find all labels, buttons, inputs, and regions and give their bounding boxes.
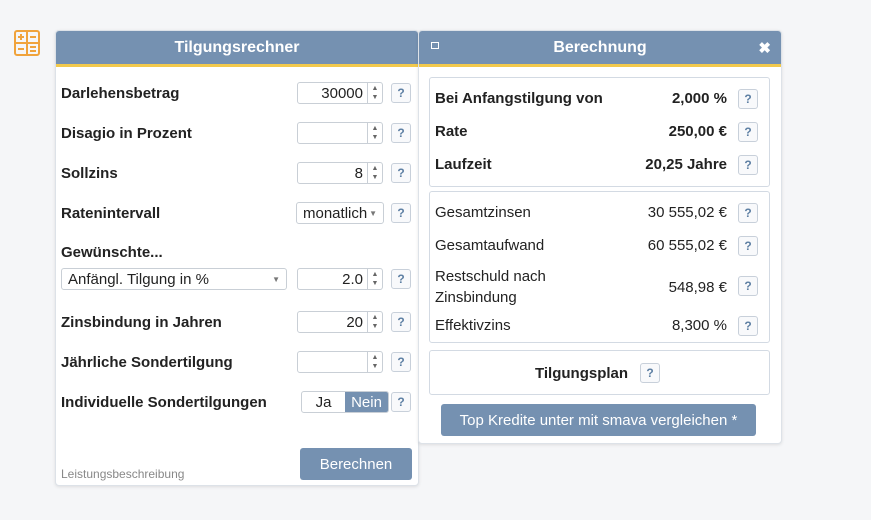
- detail-value: 548,98 €: [668, 278, 727, 296]
- row-ratenintervall: Ratenintervall monatlich ▼ ?: [61, 201, 413, 225]
- berechnen-button[interactable]: Berechnen: [300, 448, 412, 480]
- darlehensbetrag-input[interactable]: 30000 ▲ ▼: [297, 82, 383, 104]
- input-value: 30000: [321, 84, 363, 102]
- spinner-arrows[interactable]: ▲ ▼: [367, 312, 382, 332]
- input-value: 2.0: [342, 270, 363, 288]
- detail-row: Restschuld nach Zinsbindung 548,98 €: [435, 266, 727, 308]
- spinner-arrows[interactable]: ▲ ▼: [367, 123, 382, 143]
- field-label: Sollzins: [61, 164, 118, 182]
- row-sondertilgung: Jährliche Sondertilgung ▲ ▼ ?: [61, 350, 413, 374]
- detail-label-2: Zinsbindung: [435, 289, 517, 306]
- summary-value: 20,25 Jahre: [645, 156, 727, 173]
- detail-value: 30 555,02 €: [647, 204, 727, 221]
- calculator-panel: Tilgungsrechner Darlehensbetrag 30000 ▲ ▼…: [55, 30, 419, 486]
- toggle-ja[interactable]: Ja: [302, 392, 345, 412]
- result-panel: Berechnung ✖ Bei Anfangstilgung von 2,00…: [418, 30, 782, 444]
- spinner-arrows[interactable]: ▲ ▼: [367, 352, 382, 372]
- field-label: Ratenintervall: [61, 204, 161, 222]
- input-value: 8: [354, 164, 363, 182]
- leistungsbeschreibung-link[interactable]: Leistungsbeschreibung: [61, 467, 184, 481]
- help-button[interactable]: ?: [738, 276, 758, 296]
- tilgungsplan-box: Tilgungsplan ?: [429, 350, 770, 395]
- detail-label-wrap: Restschuld nach Zinsbindung: [435, 266, 546, 308]
- row-individuell: Individuelle Sondertilgungen Ja Nein ?: [61, 390, 413, 414]
- close-icon[interactable]: ✖: [758, 39, 771, 57]
- summary-row: Laufzeit 20,25 Jahre: [435, 156, 727, 173]
- row-gewuenscht-label: Gewünschte...: [61, 240, 413, 264]
- select-value: Anfängl. Tilgung in %: [68, 270, 209, 288]
- panel-header: Berechnung ✖: [419, 31, 781, 67]
- panel-header: Tilgungsrechner: [56, 31, 418, 67]
- help-button[interactable]: ?: [391, 163, 411, 183]
- disagio-input[interactable]: ▲ ▼: [297, 122, 383, 144]
- tilgungsplan-link[interactable]: Tilgungsplan: [535, 365, 628, 382]
- detail-label: Gesamtzinsen: [435, 204, 531, 221]
- summary-label: Rate: [435, 123, 468, 140]
- help-button[interactable]: ?: [391, 269, 411, 289]
- toggle-nein[interactable]: Nein: [345, 392, 388, 412]
- help-button[interactable]: ?: [738, 316, 758, 336]
- tilgung-input[interactable]: 2.0 ▲ ▼: [297, 268, 383, 290]
- chevron-down-icon: ▼: [369, 208, 377, 218]
- sollzins-input[interactable]: 8 ▲ ▼: [297, 162, 383, 184]
- field-label: Jährliche Sondertilgung: [61, 353, 233, 371]
- summary-label: Bei Anfangstilgung von: [435, 90, 603, 107]
- ratenintervall-select[interactable]: monatlich ▼: [296, 202, 384, 224]
- details-box: Gesamtzinsen 30 555,02 € ? Gesamtaufwand…: [429, 191, 770, 343]
- field-label: Darlehensbetrag: [61, 84, 180, 102]
- field-label: Individuelle Sondertilgungen: [61, 393, 267, 411]
- sondertilgung-input[interactable]: ▲ ▼: [297, 351, 383, 373]
- summary-label: Laufzeit: [435, 156, 492, 173]
- help-button[interactable]: ?: [391, 203, 411, 223]
- zinsbindung-input[interactable]: 20 ▲ ▼: [297, 311, 383, 333]
- summary-row: Rate 250,00 €: [435, 123, 727, 140]
- detail-value: 8,300 %: [671, 317, 727, 334]
- individuell-toggle[interactable]: Ja Nein: [301, 391, 389, 413]
- panel-title: Tilgungsrechner: [174, 38, 300, 56]
- spinner-arrows[interactable]: ▲ ▼: [367, 269, 382, 289]
- row-sollzins: Sollzins 8 ▲ ▼ ?: [61, 161, 413, 185]
- summary-value: 250,00 €: [668, 123, 727, 140]
- row-darlehensbetrag: Darlehensbetrag 30000 ▲ ▼ ?: [61, 81, 413, 105]
- chevron-down-icon: ▼: [272, 274, 280, 284]
- detail-label: Gesamtaufwand: [435, 237, 545, 254]
- help-button[interactable]: ?: [738, 203, 758, 223]
- spinner-arrows[interactable]: ▲ ▼: [367, 83, 382, 103]
- row-disagio: Disagio in Prozent ▲ ▼ ?: [61, 121, 413, 145]
- help-button[interactable]: ?: [391, 83, 411, 103]
- panel-title: Berechnung: [553, 38, 647, 56]
- help-button[interactable]: ?: [738, 155, 758, 175]
- help-button[interactable]: ?: [391, 352, 411, 372]
- print-icon[interactable]: [431, 42, 439, 49]
- tilgung-type-select[interactable]: Anfängl. Tilgung in % ▼: [61, 268, 287, 290]
- select-value: monatlich: [303, 204, 368, 222]
- field-label: Gewünschte...: [61, 243, 163, 261]
- detail-row: Gesamtzinsen 30 555,02 €: [435, 204, 727, 221]
- help-button[interactable]: ?: [738, 122, 758, 142]
- field-label: Disagio in Prozent: [61, 124, 192, 142]
- help-button[interactable]: ?: [391, 392, 411, 412]
- summary-box: Bei Anfangstilgung von 2,000 % ? Rate 25…: [429, 77, 770, 187]
- input-value: 20: [346, 313, 363, 331]
- summary-row: Bei Anfangstilgung von 2,000 %: [435, 90, 727, 107]
- summary-value: 2,000 %: [671, 90, 727, 107]
- calculator-icon[interactable]: [14, 30, 40, 56]
- help-button[interactable]: ?: [738, 89, 758, 109]
- spinner-arrows[interactable]: ▲ ▼: [367, 163, 382, 183]
- detail-row: Effektivzins 8,300 %: [435, 317, 727, 334]
- detail-value: 60 555,02 €: [647, 237, 727, 254]
- help-button[interactable]: ?: [738, 236, 758, 256]
- help-button[interactable]: ?: [391, 123, 411, 143]
- detail-row: Gesamtaufwand 60 555,02 €: [435, 237, 727, 254]
- compare-button[interactable]: Top Kredite unter mit smava vergleichen …: [441, 404, 756, 436]
- detail-label: Effektivzins: [435, 317, 511, 334]
- field-label: Zinsbindung in Jahren: [61, 313, 222, 331]
- help-button[interactable]: ?: [640, 363, 660, 383]
- row-gewuenscht: Anfängl. Tilgung in % ▼ 2.0 ▲ ▼ ?: [61, 267, 413, 291]
- detail-label: Restschuld nach: [435, 268, 546, 285]
- help-button[interactable]: ?: [391, 312, 411, 332]
- row-zinsbindung: Zinsbindung in Jahren 20 ▲ ▼ ?: [61, 310, 413, 334]
